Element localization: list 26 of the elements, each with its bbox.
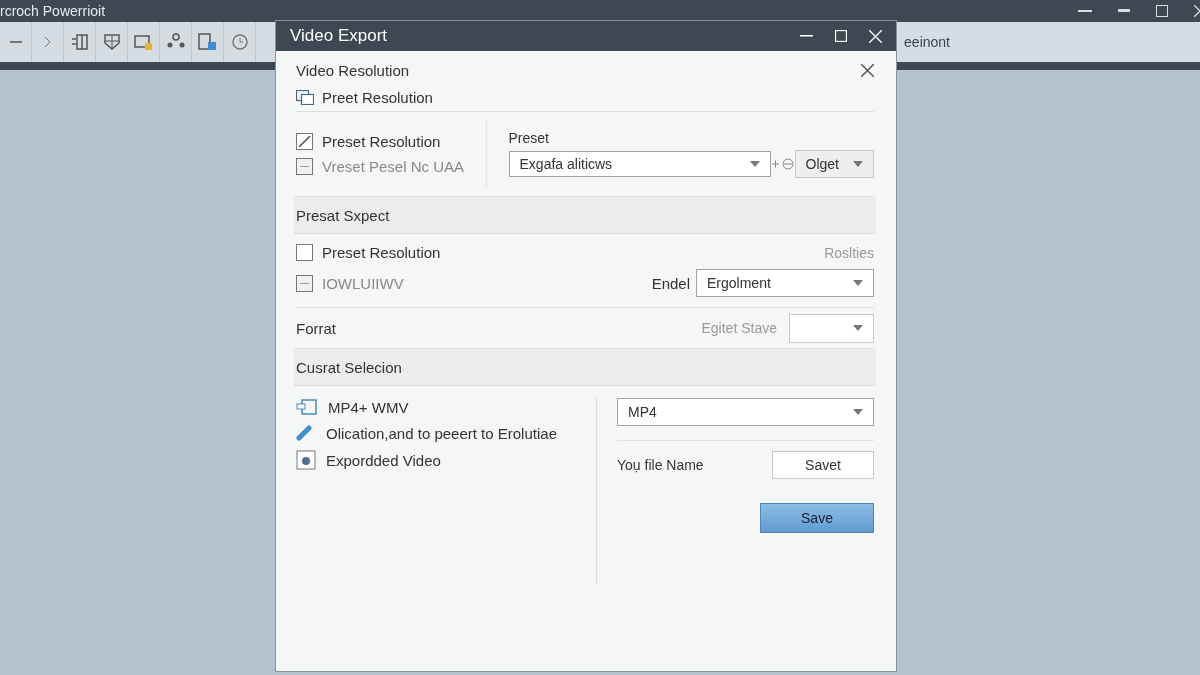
endel-dropdown[interactable]: Ergolment	[696, 269, 874, 297]
checkbox-label: Preset Resolution	[322, 133, 441, 150]
subheading: Preet Resolution	[322, 88, 433, 106]
checkbox-label: Preset Resolution	[322, 244, 441, 261]
app-title: rcroch Powerrioit	[0, 3, 106, 19]
section-heading: Presat Sxpect	[296, 206, 390, 224]
field-label: Preset	[508, 130, 550, 146]
list-item-label: Olication,and to peeert to Erolutiae	[326, 424, 557, 442]
section-heading: Video Resolution	[296, 61, 410, 79]
field-label: Forrat	[296, 319, 336, 337]
field-label: Yoụ file Name	[617, 457, 704, 473]
preset-dropdown[interactable]: Exgafa aliticws	[508, 151, 771, 177]
checkbox-label: Vreset Pesel Nc UAA	[322, 158, 464, 175]
format-dropdown[interactable]: MP4	[617, 398, 874, 426]
hint-text: Egitet Stave	[701, 320, 777, 336]
save-button[interactable]: Savet	[772, 451, 874, 479]
toolbar-text: eeinont	[904, 34, 951, 50]
field-label: Endel	[651, 274, 690, 292]
section-heading: Cusrat Selecion	[296, 358, 402, 376]
dialog-title: Video Export	[290, 26, 388, 46]
list-item-label: Expordded Video	[326, 451, 441, 469]
list-item-label: MP4+ WMV	[328, 398, 409, 416]
get-button[interactable]: Olget	[794, 150, 874, 178]
checkbox-label: IOWLUIIWV	[322, 274, 404, 292]
save-button[interactable]: Save	[760, 503, 874, 533]
hint-text: Roslties	[824, 244, 874, 261]
